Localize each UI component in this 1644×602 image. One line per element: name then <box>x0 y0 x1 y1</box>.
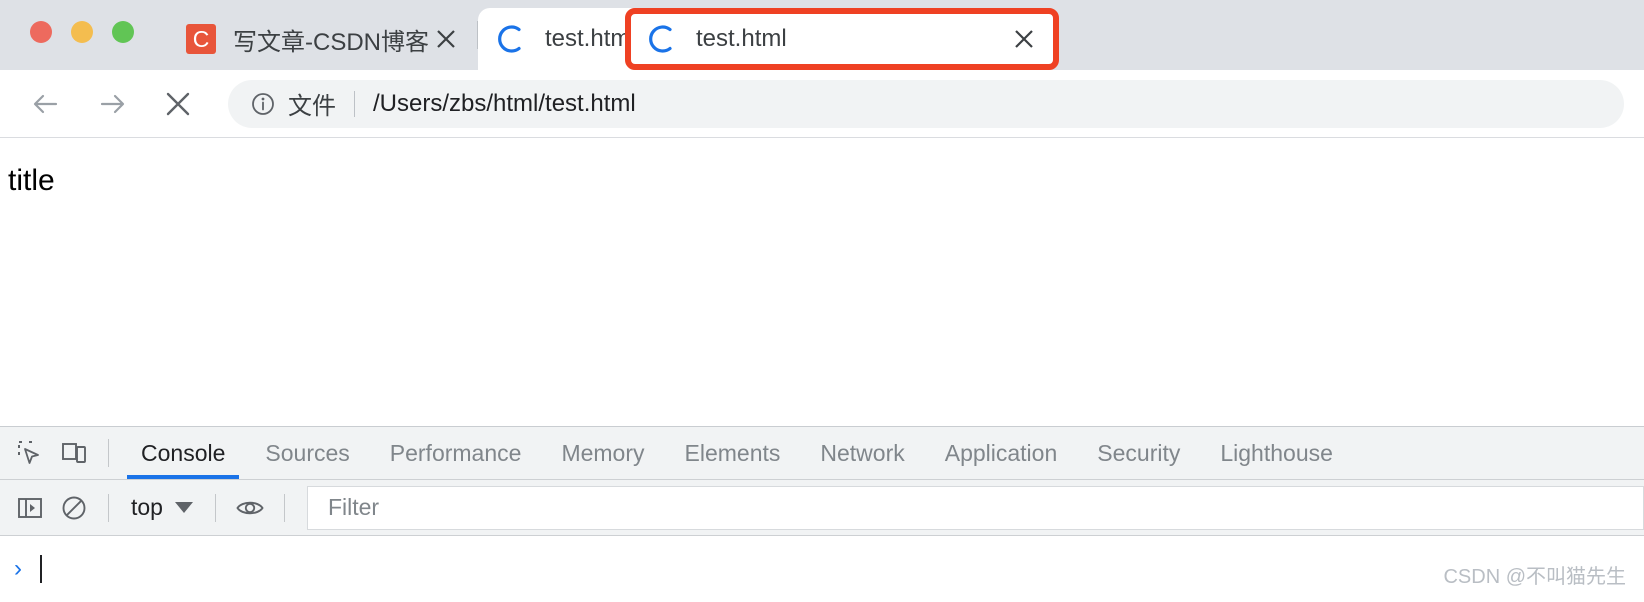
live-expression-eye-icon[interactable] <box>228 486 272 530</box>
devtools-tabs: Console Sources Performance Memory Eleme… <box>121 427 1353 479</box>
console-toolbar: top Filter <box>0 480 1644 536</box>
console-filter-input[interactable]: Filter <box>307 486 1644 530</box>
chevron-down-icon <box>175 502 193 513</box>
console-toolbar-separator <box>108 494 109 522</box>
devtools-tab-label: Security <box>1097 440 1180 467</box>
devtools-tab-label: Application <box>945 440 1058 467</box>
console-toolbar-separator <box>215 494 216 522</box>
console-sidebar-toggle-icon[interactable] <box>8 486 52 530</box>
forward-arrow-icon[interactable] <box>86 78 138 130</box>
stop-loading-icon[interactable] <box>152 78 204 130</box>
page-heading-text: title <box>8 164 1644 198</box>
browser-tab-strip: C 写文章-CSDN博客 test.html <box>0 0 1644 70</box>
browser-tab-csdn[interactable]: C 写文章-CSDN博客 <box>168 8 477 70</box>
devtools-tab-application[interactable]: Application <box>925 427 1078 479</box>
devtools-toolbar-separator <box>108 439 109 467</box>
devtools-tab-label: Network <box>820 440 904 467</box>
window-traffic-lights <box>30 21 134 43</box>
csdn-watermark: CSDN @不叫猫先生 <box>1443 560 1626 589</box>
devtools-tab-console[interactable]: Console <box>121 427 245 479</box>
address-bar-scheme-label: 文件 <box>288 86 336 121</box>
devtools-tab-label: Sources <box>265 440 349 467</box>
tab-close-icon[interactable] <box>1007 22 1041 56</box>
devtools-tab-label: Console <box>141 440 225 467</box>
console-toolbar-separator <box>284 494 285 522</box>
console-prompt-chevron-icon: › <box>14 557 22 581</box>
devtools-tab-network[interactable]: Network <box>800 427 924 479</box>
devtools-tab-lighthouse[interactable]: Lighthouse <box>1200 427 1353 479</box>
devtools-tab-bar: Console Sources Performance Memory Eleme… <box>0 427 1644 480</box>
devtools-tab-label: Elements <box>685 440 781 467</box>
window-minimize-button[interactable] <box>71 21 93 43</box>
console-text-cursor <box>40 555 42 583</box>
devtools-tab-label: Lighthouse <box>1220 440 1333 467</box>
page-viewport: title <box>0 138 1644 427</box>
loading-spinner-icon <box>496 23 528 55</box>
window-close-button[interactable] <box>30 21 52 43</box>
browser-toolbar: 文件 /Users/zbs/html/test.html <box>0 70 1644 138</box>
loading-spinner-icon <box>647 23 679 55</box>
console-context-selector[interactable]: top <box>121 494 203 521</box>
csdn-favicon: C <box>186 24 216 54</box>
devtools-tab-sources[interactable]: Sources <box>245 427 369 479</box>
browser-tab-title: 写文章-CSDN博客 <box>233 22 429 57</box>
devtools-panel: Console Sources Performance Memory Eleme… <box>0 427 1644 601</box>
clear-console-icon[interactable] <box>52 486 96 530</box>
red-highlight-annotation: test.html <box>625 8 1059 70</box>
devtools-tab-memory[interactable]: Memory <box>541 427 664 479</box>
address-bar[interactable]: 文件 /Users/zbs/html/test.html <box>228 80 1624 128</box>
devtools-tab-label: Performance <box>390 440 522 467</box>
devtools-tab-elements[interactable]: Elements <box>665 427 801 479</box>
window-zoom-button[interactable] <box>112 21 134 43</box>
devtools-tab-security[interactable]: Security <box>1077 427 1200 479</box>
devtools-tab-label: Memory <box>561 440 644 467</box>
inspect-element-icon[interactable] <box>8 431 52 475</box>
address-bar-divider <box>354 91 355 117</box>
devtools-tab-performance[interactable]: Performance <box>370 427 542 479</box>
tab-close-icon[interactable] <box>429 22 463 56</box>
browser-tab-title: test.html <box>696 25 1007 53</box>
console-output-area[interactable]: › CSDN @不叫猫先生 <box>0 536 1644 601</box>
info-circle-icon[interactable] <box>250 91 276 117</box>
device-toolbar-icon[interactable] <box>52 431 96 475</box>
console-context-value: top <box>131 494 163 521</box>
back-arrow-icon[interactable] <box>20 78 72 130</box>
address-bar-url: /Users/zbs/html/test.html <box>373 90 636 118</box>
